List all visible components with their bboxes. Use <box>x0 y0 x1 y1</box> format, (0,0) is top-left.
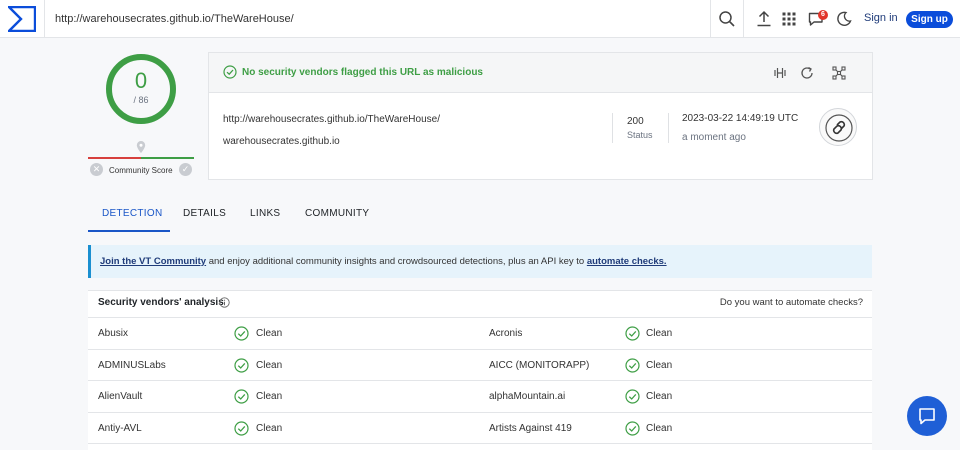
compare-icon[interactable] <box>772 65 788 81</box>
search-icon[interactable] <box>717 9 737 29</box>
divider <box>743 0 744 38</box>
vendor-name: ADMINUSLabs <box>98 359 166 371</box>
vendor-result: Clean <box>646 422 673 434</box>
sign-up-button[interactable]: Sign up <box>906 11 953 28</box>
table-row: AlienVault Clean alphaMountain.ai Clean <box>88 381 872 413</box>
clean-check-icon <box>223 65 237 79</box>
clean-check-icon <box>234 357 249 373</box>
vendor-result: Clean <box>646 391 673 402</box>
vendor-result: Clean <box>256 422 283 434</box>
vendor-name: alphaMountain.ai <box>489 391 566 402</box>
analysis-date: 2023-03-22 14:49:19 UTC <box>682 113 799 124</box>
vendor-result: Clean <box>256 391 283 402</box>
vendor-name: AICC (MONITORAPP) <box>489 359 590 371</box>
vote-down-icon[interactable]: ✕ <box>90 163 103 176</box>
divider <box>612 113 613 143</box>
vendor-name: Abusix <box>98 328 129 339</box>
reanalyze-icon[interactable] <box>799 65 815 81</box>
chat-icon <box>919 408 935 425</box>
info-icon[interactable] <box>219 297 230 308</box>
join-community-link[interactable]: Join the VT Community <box>100 256 206 267</box>
table-row: Antiy-AVL Clean Artists Against 419 Clea… <box>88 413 872 444</box>
score-detections: 0 <box>134 68 148 93</box>
virustotal-logo-icon[interactable] <box>8 6 36 32</box>
tab-detection[interactable]: DETECTION <box>102 208 162 219</box>
banner-middle-text: and enjoy additional community insights … <box>206 256 587 267</box>
clean-check-icon <box>234 420 249 436</box>
vendors-table: Security vendors' analysis Do you want t… <box>88 290 872 450</box>
link-icon <box>825 114 853 142</box>
top-bar: 6 Sign in Sign up <box>0 0 960 38</box>
score-bar-malicious <box>88 157 141 159</box>
location-pin-icon <box>136 141 146 153</box>
notification-badge: 6 <box>818 10 828 20</box>
automate-checks-link[interactable]: automate checks. <box>587 256 667 267</box>
url-link-badge <box>819 108 857 146</box>
vendor-result: Clean <box>256 328 283 339</box>
vendor-name: Acronis <box>489 328 523 339</box>
graph-icon[interactable] <box>831 65 847 81</box>
analysis-date-relative: a moment ago <box>682 132 746 143</box>
community-score-row: ✕ Community Score ✓ <box>88 162 194 178</box>
vendor-result: Clean <box>646 328 673 339</box>
table-row: ADMINUSLabs Clean AICC (MONITORAPP) Clea… <box>88 350 872 381</box>
banner-text: Join the VT Community and enjoy addition… <box>100 256 667 267</box>
score-total: / 86 <box>133 95 149 105</box>
vendor-result: Clean <box>646 359 673 371</box>
divider <box>668 113 669 143</box>
verdict-text: No security vendors flagged this URL as … <box>242 67 483 78</box>
automate-checks-prompt[interactable]: Do you want to automate checks? <box>720 297 863 308</box>
chat-support-button[interactable] <box>907 396 947 436</box>
active-tab-indicator <box>88 230 170 232</box>
table-row: Abusix Clean Acronis Clean <box>88 318 872 350</box>
tab-community[interactable]: COMMUNITY <box>305 208 369 219</box>
clean-check-icon <box>625 357 640 373</box>
vendor-result: Clean <box>256 359 283 371</box>
score-bar-harmless <box>141 157 194 159</box>
sign-in-link[interactable]: Sign in <box>864 12 898 24</box>
scanned-domain[interactable]: warehousecrates.github.io <box>223 136 340 147</box>
scanned-url: http://warehousecrates.github.io/TheWare… <box>223 114 440 125</box>
clean-check-icon <box>234 389 249 404</box>
clean-check-icon <box>234 326 249 341</box>
clean-check-icon <box>625 389 640 404</box>
summary-header: No security vendors flagged this URL as … <box>209 53 872 93</box>
vendors-table-header: Security vendors' analysis Do you want t… <box>88 291 872 318</box>
http-status-label: Status <box>627 130 653 140</box>
clean-check-icon <box>625 326 640 341</box>
result-tabs: DETECTION DETAILS LINKS COMMUNITY <box>88 200 872 232</box>
tab-links[interactable]: LINKS <box>250 208 280 219</box>
tab-details[interactable]: DETAILS <box>183 208 226 219</box>
vendor-name: AlienVault <box>98 391 143 402</box>
clean-check-icon <box>625 420 640 436</box>
upload-icon[interactable] <box>754 9 774 29</box>
search-input[interactable] <box>45 4 710 34</box>
apps-grid-icon[interactable] <box>779 9 799 29</box>
summary-card: No security vendors flagged this URL as … <box>208 52 873 180</box>
vendor-name: Artists Against 419 <box>489 422 572 434</box>
dark-mode-moon-icon[interactable] <box>834 9 854 29</box>
community-banner: Join the VT Community and enjoy addition… <box>88 245 872 278</box>
vote-up-icon[interactable]: ✓ <box>179 163 192 176</box>
divider <box>710 0 711 38</box>
detection-score-widget: 0 / 86 ✕ Community Score ✓ <box>88 50 194 180</box>
vendors-table-title: Security vendors' analysis <box>98 297 224 308</box>
vendor-name: Antiy-AVL <box>98 422 142 434</box>
http-status-code: 200 <box>627 116 644 127</box>
community-score-label: Community Score <box>109 166 173 175</box>
